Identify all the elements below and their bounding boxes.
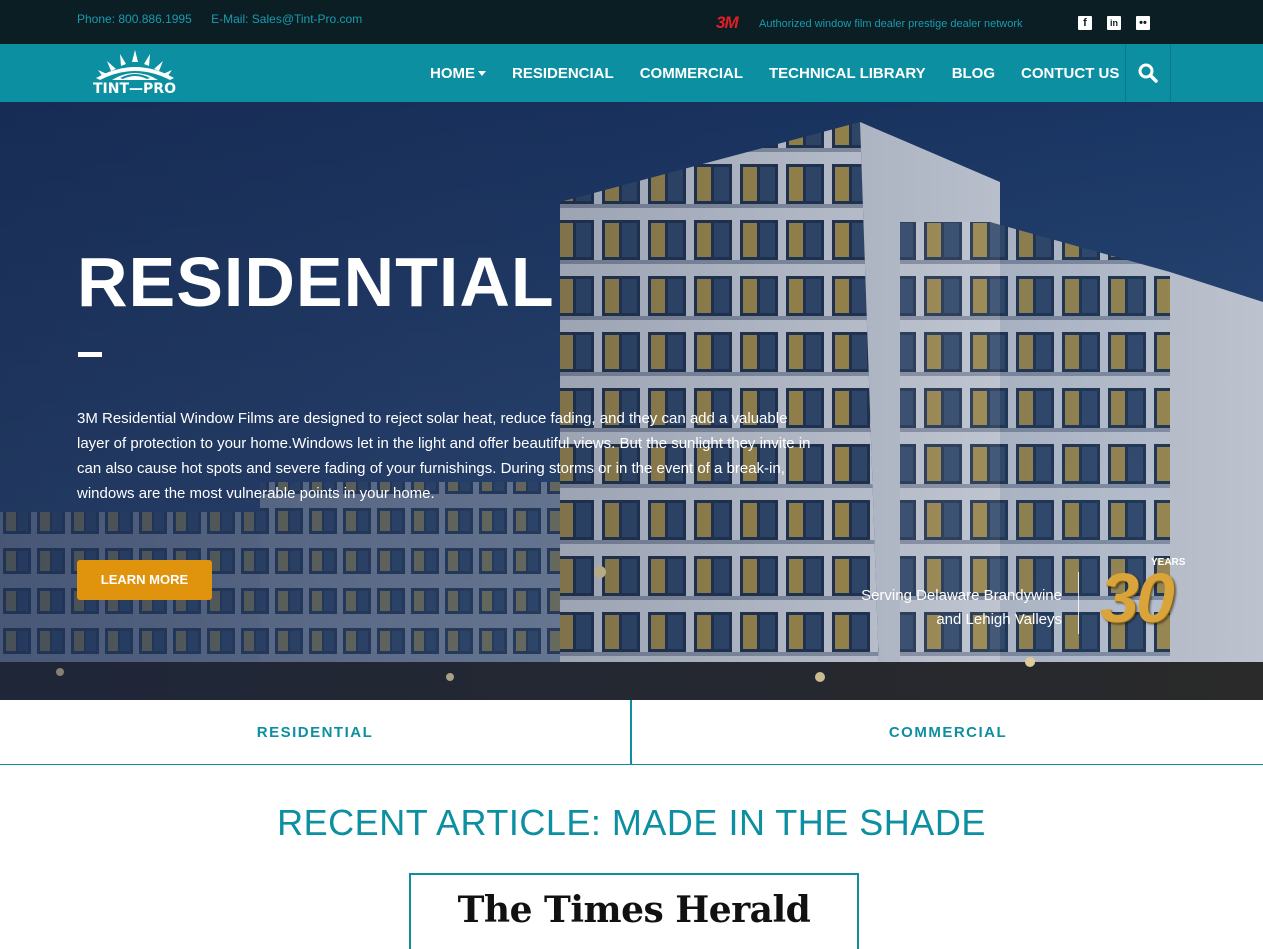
hero-banner: RESIDENTIAL 3M Residential Window Films … — [0, 102, 1263, 700]
flickr-icon[interactable]: •• — [1136, 16, 1150, 30]
search-button[interactable] — [1125, 44, 1171, 102]
site-logo[interactable]: TINT—PRO — [90, 48, 180, 100]
dealer-text: Authorized window film dealer prestige d… — [759, 18, 1023, 30]
hero-overlay — [0, 102, 1263, 700]
title-divider — [78, 352, 102, 357]
caret-down-icon — [478, 71, 486, 77]
phone-link[interactable]: Phone: 800.886.1995 — [77, 12, 192, 26]
top-bar: Phone: 800.886.1995 E-Mail: Sales@Tint-P… — [0, 0, 1263, 44]
nav-item-label: HOME — [430, 64, 475, 82]
service-area-text: Serving Delaware Brandywine and Lehigh V… — [861, 584, 1062, 632]
search-icon — [1138, 63, 1158, 83]
3m-logo: 3M — [716, 13, 739, 32]
nav-item-blog[interactable]: BLOG — [952, 65, 995, 82]
facebook-icon[interactable]: f — [1078, 16, 1092, 30]
newspaper-masthead: The Times Herald — [457, 889, 811, 931]
sun-icon — [96, 50, 174, 80]
hero-description: 3M Residential Window Films are designed… — [77, 410, 811, 502]
learn-more-button[interactable]: LEARN MORE — [77, 560, 212, 600]
tab-commercial[interactable]: COMMERCIAL — [633, 700, 1263, 764]
main-navbar: TINT—PRO HOME RESIDENCIAL COMMERCIAL TEC… — [0, 44, 1263, 102]
nav-item-home[interactable]: HOME — [430, 65, 486, 82]
email-link[interactable]: E-Mail: Sales@Tint-Pro.com — [211, 12, 362, 26]
vertical-divider — [1078, 572, 1079, 634]
article-card[interactable]: The Times Herald — [409, 873, 859, 949]
contact-info: Phone: 800.886.1995 E-Mail: Sales@Tint-P… — [77, 12, 378, 26]
tab-residential[interactable]: RESIDENTIAL — [0, 700, 632, 764]
nav-item-technical-library[interactable]: TECHNICAL LIBRARY — [769, 65, 926, 82]
nav-item-residencial[interactable]: RESIDENCIAL — [512, 65, 614, 82]
hero-title: RESIDENTIAL — [77, 243, 555, 321]
linkedin-icon[interactable]: in — [1107, 16, 1121, 30]
logo-text: TINT—PRO — [93, 81, 176, 97]
nav-item-commercial[interactable]: COMMERCIAL — [640, 65, 743, 82]
recent-article-heading: RECENT ARTICLE: MADE IN THE SHADE — [277, 802, 986, 843]
service-area-line-1: Serving Delaware Brandywine — [861, 587, 1062, 604]
primary-nav: HOME RESIDENCIAL COMMERCIAL TECHNICAL LI… — [430, 44, 1145, 102]
nav-item-contact[interactable]: CONTUCT US — [1021, 65, 1119, 82]
category-tabs: RESIDENTIAL COMMERCIAL — [0, 700, 1263, 765]
years-badge-number: 30 — [1100, 559, 1175, 637]
years-badge-label: YEARS — [1151, 557, 1186, 568]
service-area-line-2: and Lehigh Valleys — [936, 611, 1062, 628]
